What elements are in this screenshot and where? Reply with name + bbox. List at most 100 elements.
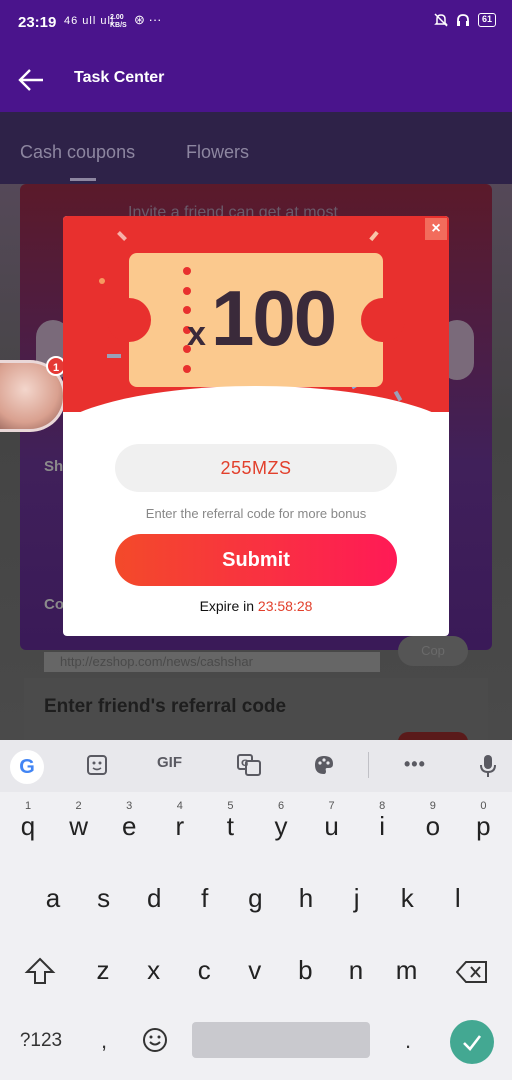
tab-flowers[interactable]: Flowers [186,142,249,163]
copy-button[interactable]: Cop [398,636,468,666]
ticket-dot [183,306,191,315]
copy-label: Co [44,596,64,613]
key-j[interactable]: j [335,872,379,924]
referral-popup: x 100 × 255MZS Enter the referral code f… [63,216,449,636]
confetti [369,230,379,242]
share-label: Sh [44,458,64,475]
key-t[interactable]: 5t [208,800,252,852]
bg-action-button[interactable] [398,732,468,740]
key-q[interactable]: 1q [6,800,50,852]
ticket-dot [183,286,191,295]
key-k[interactable]: k [385,872,429,924]
referral-section-title: Enter friend's referral code [44,696,287,717]
coupon-ticket: x 100 [107,253,405,387]
shift-icon[interactable] [24,956,56,986]
network-speed-value: 2.00 [110,14,124,21]
status-time: 23:19 [18,14,57,31]
key-label: o [425,811,441,841]
key-hint-2: 2 [75,800,82,812]
ticket-multiplier: x [187,315,206,353]
submit-button[interactable]: Submit [115,534,397,586]
key-v[interactable]: v [233,944,277,996]
key-e[interactable]: 3e [107,800,151,852]
google-icon[interactable]: G [10,750,44,784]
expire-label: Expire in [199,598,255,614]
emoji-icon[interactable] [142,1027,168,1053]
close-button[interactable]: × [425,218,447,240]
network-speed-unit: KB/S [110,22,127,29]
confetti [99,278,105,284]
key-h[interactable]: h [284,872,328,924]
more-options-icon[interactable]: ••• [404,754,426,775]
key-label: r [175,811,185,841]
ticket-amount: 100 [211,274,337,362]
key-i[interactable]: 8i [360,800,404,852]
comma-key[interactable]: , [82,1018,126,1064]
checkmark-icon [463,1035,482,1051]
ticket-notch-right [361,298,405,342]
confetti [117,231,127,241]
translate-icon[interactable]: G [237,754,261,776]
soft-keyboard: G GIF G ••• 1q2w3e4r5t6y7u8i9o0p asdfghj… [0,740,512,1080]
key-c[interactable]: c [182,944,226,996]
gif-button[interactable]: GIF [157,754,182,771]
period-key[interactable]: . [386,1018,430,1064]
key-hint-7: 7 [328,800,335,812]
key-a[interactable]: a [31,872,75,924]
backspace-icon[interactable] [456,960,488,984]
key-m[interactable]: m [385,944,429,996]
key-f[interactable]: f [183,872,227,924]
referral-code-input[interactable]: 255MZS [115,444,397,492]
key-x[interactable]: x [132,944,176,996]
key-y[interactable]: 6y [259,800,303,852]
popup-header: x 100 [63,216,449,412]
key-label: y [274,811,288,841]
theme-palette-icon[interactable] [313,754,335,776]
ticket-dot [183,267,191,275]
ticket-notch-left [107,298,151,342]
sticker-icon[interactable] [86,754,108,776]
key-s[interactable]: s [82,872,126,924]
key-o[interactable]: 9o [411,800,455,852]
referral-hint: Enter the referral code for more bonus [145,506,367,521]
key-label: p [476,811,491,841]
signal-indicator: 46 ull ull [64,15,115,27]
key-l[interactable]: l [436,872,480,924]
svg-text:G: G [241,759,248,769]
key-label: i [379,811,386,841]
key-label: u [324,811,339,841]
key-w[interactable]: 2w [57,800,101,852]
back-arrow-icon[interactable] [18,68,44,92]
key-hint-4: 4 [176,800,183,812]
key-d[interactable]: d [132,872,176,924]
microphone-icon[interactable] [479,754,497,778]
key-p[interactable]: 0p [461,800,505,852]
key-hint-3: 3 [126,800,133,812]
share-link: http://ezshop.com/news/cashshar [44,652,380,672]
tab-indicator [70,178,96,181]
page-title: Task Center [74,69,165,86]
battery-icon: 61 [477,13,496,27]
key-b[interactable]: b [283,944,327,996]
headphones-icon [456,14,469,26]
key-hint-8: 8 [379,800,386,812]
status-right: 61 [434,13,496,27]
enter-check-button[interactable] [450,1020,494,1064]
key-r[interactable]: 4r [158,800,202,852]
app-bar: Task Center [0,48,512,112]
confetti [107,354,121,358]
keyboard-toolbar: G GIF G ••• [0,740,512,792]
key-label: w [69,811,88,841]
key-hint-0: 0 [480,800,487,812]
expire-countdown: Expire in 23:58:28 [63,598,449,614]
tab-cash-coupons[interactable]: Cash coupons [20,142,135,163]
key-hint-5: 5 [227,800,234,812]
key-n[interactable]: n [334,944,378,996]
key-hint-1: 1 [24,800,32,812]
key-label: t [226,811,234,841]
key-z[interactable]: z [81,944,125,996]
symbols-key[interactable]: ?123 [14,1018,68,1064]
key-g[interactable]: g [233,872,277,924]
space-key[interactable] [192,1022,370,1058]
key-u[interactable]: 7u [310,800,354,852]
